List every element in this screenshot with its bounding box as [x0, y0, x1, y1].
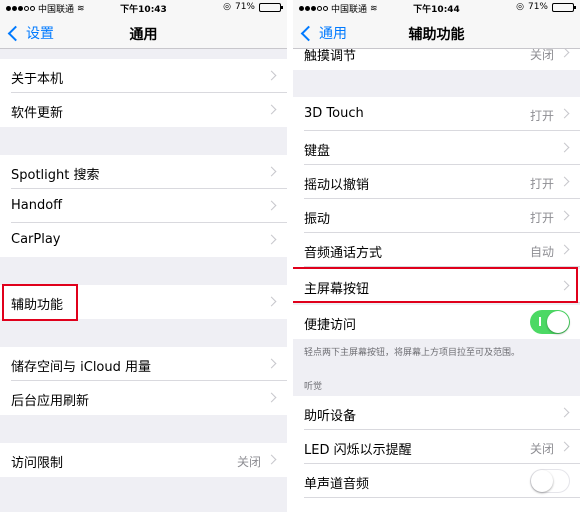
list-item-led-flash[interactable]: LED 闪烁以示提醒 关闭	[293, 430, 580, 464]
list-item-partial[interactable]	[293, 498, 580, 512]
list-item-spotlight[interactable]: Spotlight 搜索	[0, 155, 287, 189]
orientation-lock-icon: ◎	[516, 2, 524, 12]
mono-audio-toggle[interactable]	[530, 469, 570, 493]
list-item-label: 单声道音频	[304, 477, 370, 492]
list-item-reachability[interactable]: 便捷访问	[293, 305, 580, 339]
toggle-knob	[547, 311, 569, 333]
list-item-vibration[interactable]: 振动 打开	[293, 199, 580, 233]
list-item-hearing-devices[interactable]: 助听设备	[293, 396, 580, 430]
reachability-toggle[interactable]	[530, 310, 570, 334]
chevron-right-icon	[266, 234, 277, 245]
section-header-hearing: 听觉	[304, 382, 323, 392]
chevron-right-icon	[266, 166, 277, 177]
list-item-label: Handoff	[11, 198, 63, 213]
chevron-right-icon	[266, 296, 277, 307]
battery-icon	[259, 2, 283, 12]
list-item-label: 便捷访问	[304, 318, 357, 333]
orientation-lock-icon: ◎	[223, 2, 231, 12]
chevron-right-icon	[266, 200, 277, 211]
list-item-shake-to-undo[interactable]: 摇动以撤销 打开	[293, 165, 580, 199]
navigation-bar: 通用 辅助功能	[293, 16, 580, 49]
chevron-right-icon	[266, 358, 277, 369]
toggle-knob	[531, 470, 553, 492]
chevron-right-icon	[559, 407, 570, 418]
list-item-background-refresh[interactable]: 后台应用刷新	[0, 381, 287, 415]
chevron-right-icon	[266, 392, 277, 403]
chevron-right-icon	[559, 176, 570, 187]
chevron-right-icon	[559, 108, 570, 119]
list-item-3d-touch[interactable]: 3D Touch 打开	[293, 97, 580, 131]
accessibility-settings-screen: 触摸调节 关闭 中国联通 ≋ 下午10:44 ◎ 71% 通用 辅助功能 3D …	[293, 0, 580, 512]
page-title: 辅助功能	[408, 27, 465, 43]
list-item-label: 访问限制	[11, 456, 64, 471]
list-item-label: 关于本机	[11, 72, 64, 87]
list-item-label: 储存空间与 iCloud 用量	[11, 360, 152, 375]
chevron-right-icon	[559, 47, 570, 58]
page-title: 通用	[129, 27, 158, 43]
battery-icon	[552, 2, 576, 12]
list-item-label: 3D Touch	[304, 106, 364, 121]
general-settings-screen: 中国联通 ≋ 下午10:43 ◎ 71% 设置 通用 关于本机 软件更新 Spo…	[0, 0, 287, 512]
list-item-handoff[interactable]: Handoff	[0, 189, 287, 223]
chevron-right-icon	[266, 70, 277, 81]
list-item-value: 打开	[529, 211, 554, 225]
list-item-carplay[interactable]: CarPlay	[0, 223, 287, 257]
chevron-right-icon	[559, 142, 570, 153]
list-item-label: 键盘	[304, 144, 331, 159]
list-item-storage-icloud[interactable]: 储存空间与 iCloud 用量	[0, 347, 287, 381]
highlight-box	[293, 267, 578, 303]
status-bar: 中国联通 ≋ 下午10:44 ◎ 71%	[293, 0, 580, 16]
chevron-right-icon	[266, 104, 277, 115]
list-item-value: 打开	[529, 109, 554, 123]
status-bar: 中国联通 ≋ 下午10:43 ◎ 71%	[0, 0, 287, 16]
chevron-right-icon	[559, 441, 570, 452]
list-item-label: 助听设备	[304, 409, 357, 424]
list-item-call-audio-routing[interactable]: 音频通话方式 自动	[293, 233, 580, 267]
list-item-label: 振动	[304, 212, 331, 227]
list-item-software-update[interactable]: 软件更新	[0, 93, 287, 127]
list-item-keyboard[interactable]: 键盘	[293, 131, 580, 165]
list-item-value: 关闭	[236, 455, 261, 469]
list-item-label: 后台应用刷新	[11, 394, 90, 409]
list-item-label: Spotlight 搜索	[11, 168, 100, 183]
list-item-value: 自动	[529, 245, 554, 259]
list-item-restrictions[interactable]: 访问限制 关闭	[0, 443, 287, 477]
navigation-bar: 设置 通用	[0, 16, 287, 49]
highlight-box	[2, 284, 78, 321]
list-item-label: CarPlay	[11, 232, 61, 247]
chevron-right-icon	[266, 454, 277, 465]
list-item-mono-audio[interactable]: 单声道音频	[293, 464, 580, 498]
list-item-label: 摇动以撤销	[304, 178, 370, 193]
list-item-value: 关闭	[529, 442, 554, 456]
list-item-value: 打开	[529, 177, 554, 191]
list-item-label: LED 闪烁以示提醒	[304, 443, 412, 458]
battery-percent: 71%	[234, 2, 255, 12]
list-item-about[interactable]: 关于本机	[0, 59, 287, 93]
reachability-footer: 轻点两下主屏幕按钮，将屏幕上方项目拉至可及范围。	[304, 348, 521, 358]
list-item-label: 音频通话方式	[304, 246, 383, 261]
battery-percent: 71%	[527, 2, 548, 12]
chevron-right-icon	[559, 210, 570, 221]
chevron-right-icon	[559, 244, 570, 255]
list-item-label: 软件更新	[11, 106, 64, 121]
